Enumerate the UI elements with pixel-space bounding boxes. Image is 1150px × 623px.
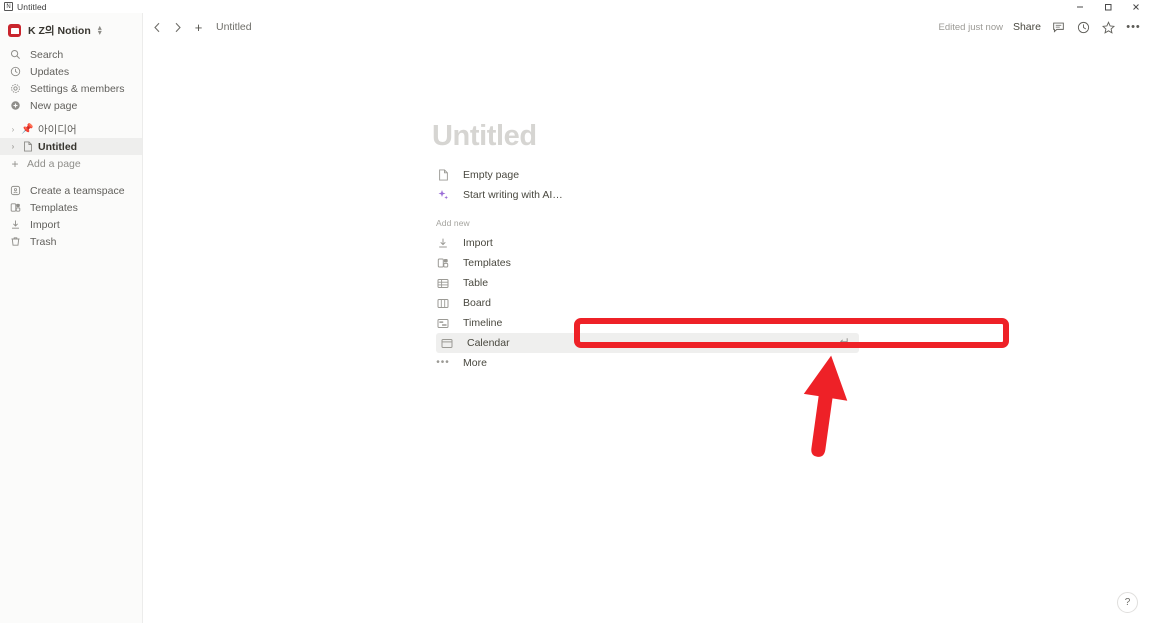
sidebar-item-updates[interactable]: Updates xyxy=(0,63,142,80)
trash-icon xyxy=(9,236,22,247)
teamspace-icon xyxy=(9,185,22,196)
sidebar-nav-list: Search Updates Settings & members New pa… xyxy=(0,46,142,114)
window-controls xyxy=(1066,0,1150,13)
import-icon xyxy=(9,219,22,230)
close-button[interactable] xyxy=(1122,0,1150,13)
option-board[interactable]: Board xyxy=(432,293,857,313)
sidebar-item-label: Import xyxy=(30,218,60,231)
option-label: Templates xyxy=(463,257,511,269)
add-new-section-label: Add new xyxy=(436,218,470,228)
forward-button[interactable] xyxy=(172,20,183,34)
sidebar-item-import[interactable]: Import xyxy=(0,216,142,233)
window-titlebar: N Untitled xyxy=(0,0,1150,13)
notion-icon: N xyxy=(4,2,13,11)
workspace-switcher[interactable]: K Z의 Notion ▴ ▾ xyxy=(0,19,142,41)
main-content: + Untitled Edited just now Share ••• Unt… xyxy=(143,13,1150,623)
option-label: Import xyxy=(463,237,493,249)
timeline-icon xyxy=(436,318,450,329)
maximize-button[interactable] xyxy=(1094,0,1122,13)
table-icon xyxy=(436,278,450,289)
option-timeline[interactable]: Timeline xyxy=(432,313,857,333)
sidebar-item-label: Settings & members xyxy=(30,82,125,95)
add-a-page-button[interactable]: + Add a page xyxy=(0,155,142,172)
ellipsis-icon: ••• xyxy=(436,357,450,368)
new-page-button[interactable]: + xyxy=(192,20,205,34)
sidebar-item-label: New page xyxy=(30,99,78,112)
ai-sparkle-icon xyxy=(436,189,450,201)
gear-icon xyxy=(9,83,22,94)
option-label: Empty page xyxy=(463,169,520,181)
sidebar-item-label: Untitled xyxy=(38,140,78,153)
sidebar-item-label: Templates xyxy=(30,201,78,214)
option-label: Table xyxy=(463,277,489,289)
option-table[interactable]: Table xyxy=(432,273,857,293)
sidebar-item-search[interactable]: Search xyxy=(0,46,142,63)
option-more[interactable]: ••• More xyxy=(432,353,857,373)
option-label: Start writing with AI… xyxy=(463,189,563,201)
sidebar: K Z의 Notion ▴ ▾ Search Updates Settings … xyxy=(0,13,143,623)
sidebar-item-label: Search xyxy=(30,48,64,61)
sidebar-item-templates[interactable]: Templates xyxy=(0,199,142,216)
comment-icon[interactable] xyxy=(1051,20,1066,35)
minimize-button[interactable] xyxy=(1066,0,1094,13)
plus-icon: + xyxy=(11,156,19,171)
option-import[interactable]: Import xyxy=(432,233,857,253)
option-calendar[interactable]: Calendar xyxy=(436,333,859,353)
history-clock-icon[interactable] xyxy=(1076,20,1091,35)
plus-circle-icon xyxy=(9,100,22,111)
star-icon[interactable] xyxy=(1101,20,1116,35)
templates-icon xyxy=(9,202,22,213)
sidebar-item-idea[interactable]: › 📌 아이디어 xyxy=(0,121,142,138)
question-mark-icon: ? xyxy=(1124,597,1131,608)
search-icon xyxy=(9,49,22,60)
add-a-page-label: Add a page xyxy=(27,157,81,170)
sidebar-item-trash[interactable]: Trash xyxy=(0,233,142,250)
chevron-right-icon[interactable]: › xyxy=(9,125,17,134)
option-templates[interactable]: Templates xyxy=(432,253,857,273)
back-button[interactable] xyxy=(152,20,163,34)
enter-return-icon xyxy=(838,336,849,350)
share-button[interactable]: Share xyxy=(1013,21,1041,33)
sidebar-item-settings[interactable]: Settings & members xyxy=(0,80,142,97)
sidebar-item-label: Trash xyxy=(30,235,57,248)
sidebar-item-label: Create a teamspace xyxy=(30,184,125,197)
workspace-name: K Z의 Notion xyxy=(28,24,91,37)
templates-icon xyxy=(436,257,450,269)
help-button[interactable]: ? xyxy=(1117,592,1138,613)
board-icon xyxy=(436,298,450,309)
breadcrumb[interactable]: Untitled xyxy=(216,21,252,33)
sidebar-item-new-page[interactable]: New page xyxy=(0,97,142,114)
option-label: Calendar xyxy=(467,337,510,349)
option-label: More xyxy=(463,357,487,369)
page-title[interactable]: Untitled xyxy=(432,120,1150,153)
edited-status: Edited just now xyxy=(938,21,1003,33)
page-icon xyxy=(436,169,450,181)
import-icon xyxy=(436,237,450,249)
window-title: Untitled xyxy=(17,1,47,12)
option-start-writing-with-ai[interactable]: Start writing with AI… xyxy=(432,185,857,205)
top-bar-right: Edited just now Share ••• xyxy=(939,13,1141,41)
sidebar-item-create-teamspace[interactable]: Create a teamspace xyxy=(0,182,142,199)
chevron-updown-icon: ▴ ▾ xyxy=(97,23,102,37)
page-body: Untitled Empty page Start writing with A… xyxy=(143,41,1150,373)
option-label: Board xyxy=(463,297,492,309)
clock-icon xyxy=(9,66,22,77)
workspace-avatar xyxy=(8,23,21,37)
sidebar-page-tree: › 📌 아이디어 › Untitled + Add a page xyxy=(0,121,142,172)
sidebar-item-label: 아이디어 xyxy=(38,124,77,136)
sidebar-item-label: Updates xyxy=(30,65,70,78)
page-icon xyxy=(21,141,34,152)
sidebar-item-untitled[interactable]: › Untitled xyxy=(0,138,142,155)
top-bar-left: + Untitled xyxy=(152,20,252,34)
top-bar: + Untitled Edited just now Share ••• xyxy=(143,13,1150,41)
option-empty-page[interactable]: Empty page xyxy=(432,165,857,185)
sidebar-bottom-list: Create a teamspace Templates Import Tras… xyxy=(0,182,142,250)
pushpin-icon: 📌 xyxy=(21,123,34,135)
chevron-right-icon[interactable]: › xyxy=(9,142,17,151)
calendar-icon xyxy=(440,338,454,349)
option-label: Timeline xyxy=(463,317,503,329)
more-options-icon[interactable]: ••• xyxy=(1126,20,1141,35)
